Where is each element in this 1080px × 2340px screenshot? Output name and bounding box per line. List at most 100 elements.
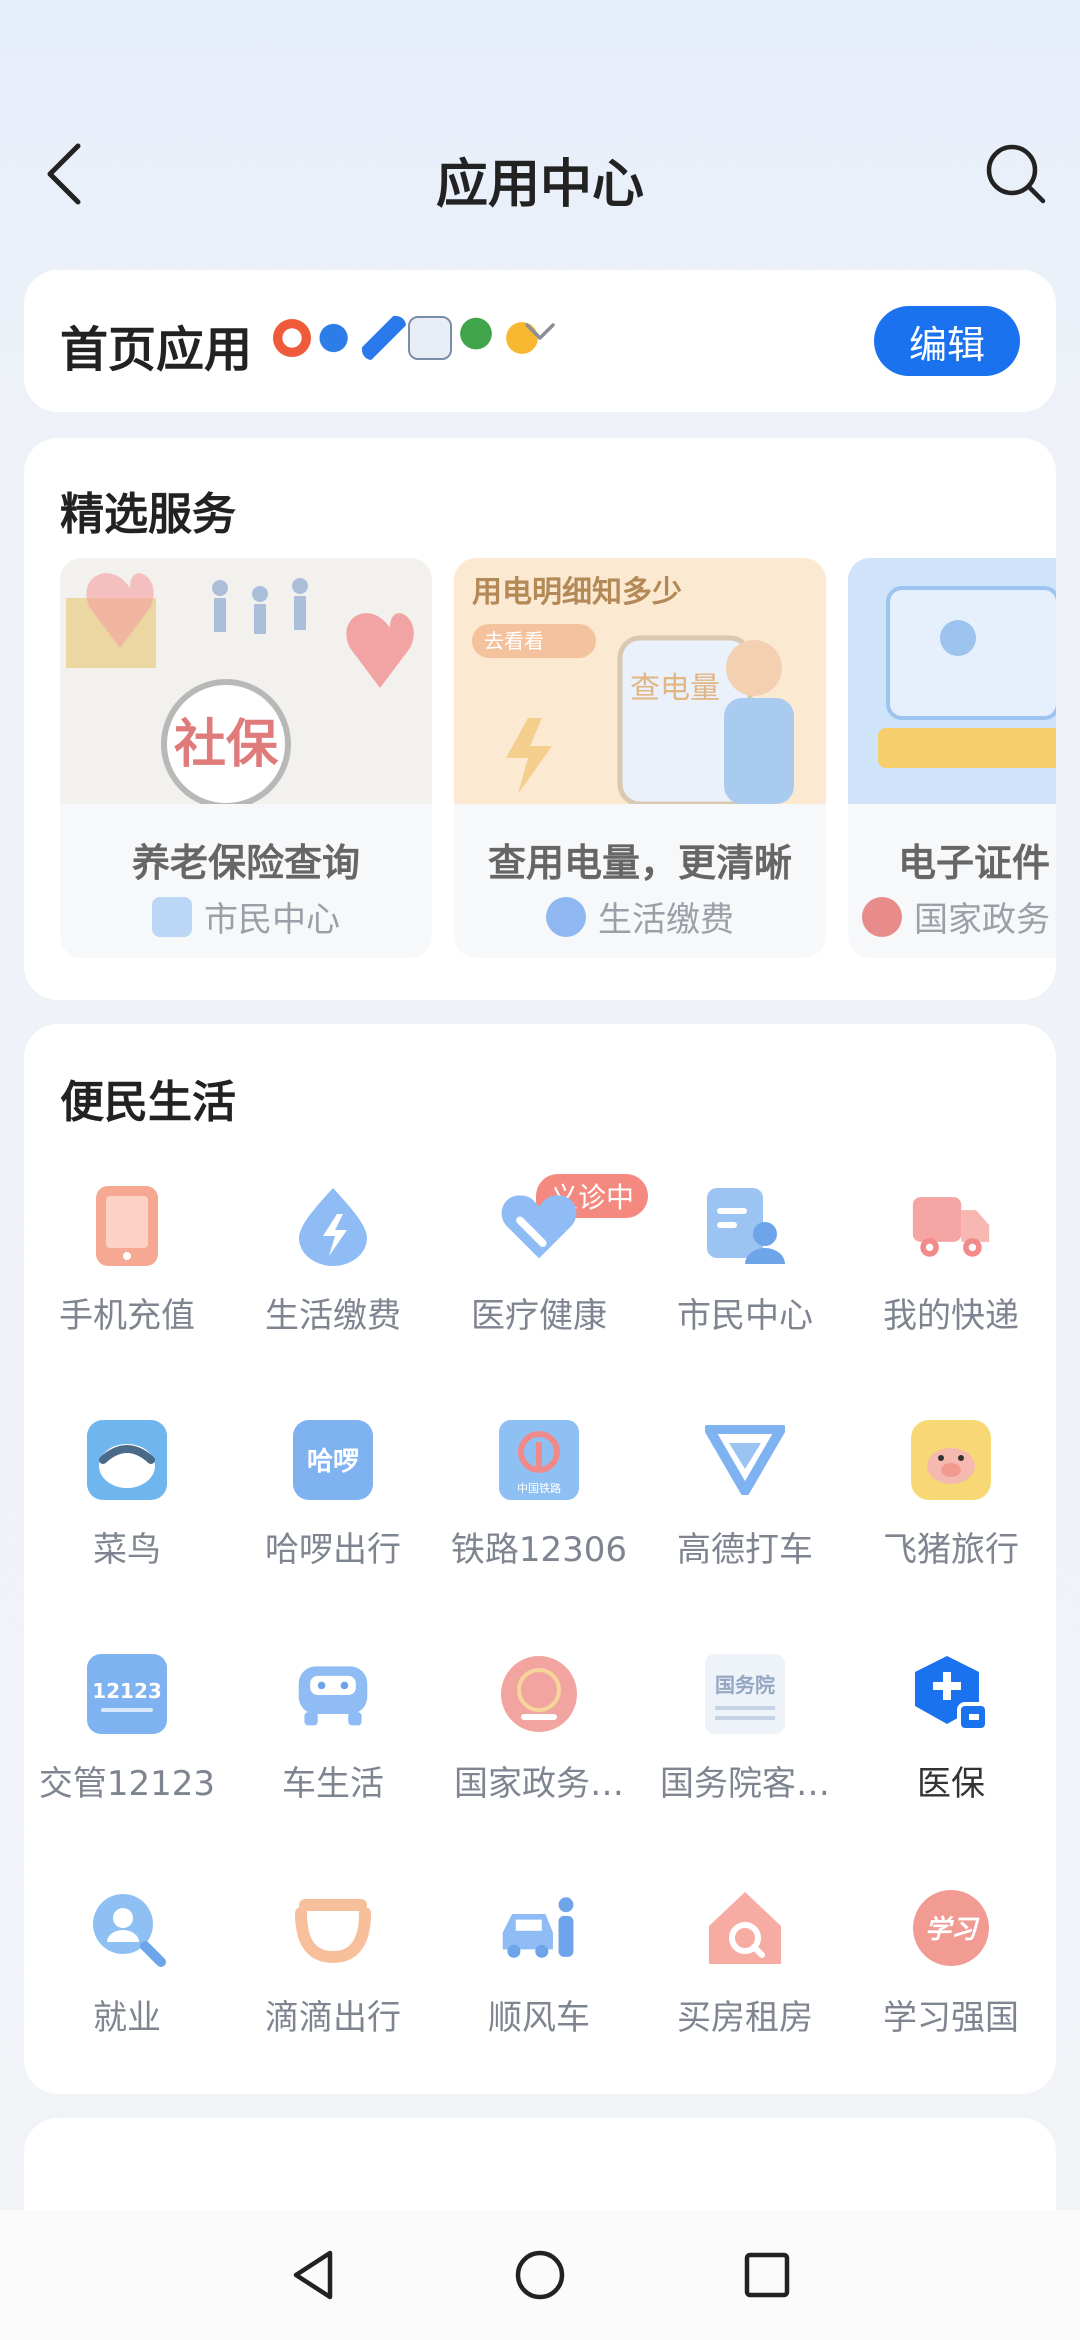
app-car-life[interactable]: 车生活 bbox=[230, 1632, 436, 1866]
traffic-icon-text: 12123 bbox=[92, 1679, 162, 1703]
e-certificate-image bbox=[848, 558, 1056, 804]
featured-item-title: 查用电量，更清晰 bbox=[487, 841, 792, 885]
car-icon bbox=[293, 1654, 373, 1734]
app-state-council[interactable]: 国务院 国务院客… bbox=[642, 1632, 848, 1866]
image-headline: 用电明细知多少 bbox=[472, 575, 682, 610]
app-citizen-center[interactable]: 市民中心 bbox=[642, 1164, 848, 1398]
edit-button[interactable]: 编辑 bbox=[874, 306, 1020, 376]
app-cainiao[interactable]: 菜鸟 bbox=[24, 1398, 230, 1632]
app-label: 学习强国 bbox=[883, 1998, 1019, 2038]
xuexi-icon: 学习 bbox=[911, 1888, 991, 1968]
app-label: 我的快递 bbox=[883, 1296, 1019, 1336]
electricity-image: 用电明细知多少 去看看 查电量 bbox=[454, 558, 826, 804]
featured-item-source-label: 市民中心 bbox=[204, 900, 340, 940]
featured-services-card: 精选服务 社保 养老保险查询 市民中心 用电明细知多少 去看看 查电量 查用电量… bbox=[24, 438, 1056, 1000]
featured-item-e-certificate[interactable]: 电子证件 国家政务 bbox=[848, 558, 1056, 958]
app-carpool[interactable]: 顺风车 bbox=[436, 1866, 642, 2100]
amap-icon bbox=[705, 1420, 785, 1500]
app-fliggy[interactable]: 飞猪旅行 bbox=[848, 1398, 1054, 1632]
citizen-icon bbox=[705, 1186, 785, 1266]
app-traffic-12123[interactable]: 12123 交管12123 bbox=[24, 1632, 230, 1866]
featured-item-source: 生活缴费 bbox=[454, 892, 826, 941]
app-medical-health[interactable]: 医疗健康 bbox=[436, 1164, 642, 1398]
chevron-down-icon[interactable] bbox=[524, 322, 556, 342]
heart-icon bbox=[499, 1186, 579, 1266]
app-label: 国务院客… bbox=[660, 1764, 830, 1804]
image-caption: 社保 bbox=[174, 715, 279, 775]
convenience-section-title: 便民生活 bbox=[60, 1077, 236, 1128]
image-phone-text: 查电量 bbox=[630, 671, 720, 706]
employment-icon bbox=[87, 1888, 167, 1968]
search-button[interactable] bbox=[976, 134, 1056, 214]
app-label: 铁路12306 bbox=[450, 1530, 628, 1570]
featured-item-title: 养老保险查询 bbox=[131, 841, 360, 885]
system-nav-bar bbox=[0, 2210, 1080, 2340]
app-employment[interactable]: 就业 bbox=[24, 1866, 230, 2100]
xuexi-icon-text: 学习 bbox=[925, 1915, 980, 1945]
featured-item-title: 电子证件 bbox=[898, 841, 1051, 885]
featured-section-title: 精选服务 bbox=[60, 489, 236, 540]
home-apps-card[interactable]: 首页应用 编辑 bbox=[24, 270, 1056, 412]
state-council-icon-text: 国务院 bbox=[715, 1673, 775, 1697]
square-recents-icon bbox=[744, 2252, 789, 2298]
home-apps-label: 首页应用 bbox=[60, 322, 253, 378]
app-medical-insurance[interactable]: 医保 bbox=[848, 1632, 1054, 1866]
app-label: 顺风车 bbox=[488, 1998, 590, 2038]
app-label: 国家政务… bbox=[454, 1764, 624, 1804]
featured-item-pension[interactable]: 社保 养老保险查询 市民中心 bbox=[60, 558, 432, 958]
app-hellobike[interactable]: 哈啰 哈啰出行 bbox=[230, 1398, 436, 1632]
nav-home-button[interactable] bbox=[500, 2235, 580, 2315]
app-label: 交管12123 bbox=[38, 1764, 216, 1804]
featured-item-source-label: 国家政务 bbox=[914, 900, 1050, 940]
state-council-icon: 国务院 bbox=[705, 1654, 785, 1734]
cainiao-mini-icon bbox=[270, 316, 314, 360]
page-title: 应用中心 bbox=[435, 155, 644, 215]
featured-item-source: 国家政务 bbox=[848, 892, 1056, 941]
app-xuexi[interactable]: 学习 学习强国 bbox=[848, 1866, 1054, 2100]
featured-item-source-label: 生活缴费 bbox=[598, 900, 734, 940]
truck-icon bbox=[911, 1186, 991, 1266]
app-label: 就业 bbox=[93, 1998, 161, 2038]
circle-home-icon bbox=[515, 2250, 565, 2300]
bird-mini-icon bbox=[316, 316, 360, 360]
gov-service-icon bbox=[499, 1654, 579, 1734]
app-label: 车生活 bbox=[282, 1764, 384, 1804]
app-house-rental[interactable]: 买房租房 bbox=[642, 1866, 848, 2100]
app-utility-bills[interactable]: 生活缴费 bbox=[230, 1164, 436, 1398]
app-header: 应用中心 bbox=[0, 120, 1080, 230]
app-label: 高德打车 bbox=[677, 1530, 813, 1570]
citizen-center-icon bbox=[152, 896, 192, 937]
bolt-icon bbox=[546, 896, 586, 937]
cainiao-icon bbox=[87, 1420, 167, 1500]
gov-mini-icon bbox=[408, 316, 452, 360]
app-grid: 手机充值 生活缴费 医疗健康 市民中心 我的快递 菜鸟 哈啰 哈啰出行 中国铁路 bbox=[24, 1164, 1056, 2100]
nav-recents-button[interactable] bbox=[727, 2235, 807, 2315]
featured-item-electricity[interactable]: 用电明细知多少 去看看 查电量 查用电量，更清晰 生活缴费 bbox=[454, 558, 826, 958]
phone-icon bbox=[87, 1186, 167, 1266]
social-security-image: 社保 bbox=[60, 558, 432, 804]
app-mobile-recharge[interactable]: 手机充值 bbox=[24, 1164, 230, 1398]
house-icon bbox=[705, 1888, 785, 1968]
fliggy-icon bbox=[911, 1420, 991, 1500]
convenience-life-card: 便民生活 义诊中 手机充值 生活缴费 医疗健康 市民中心 我的快递 菜鸟 哈啰 bbox=[24, 1024, 1056, 2094]
app-label: 生活缴费 bbox=[265, 1296, 401, 1336]
nav-back-button[interactable] bbox=[273, 2235, 353, 2315]
app-label: 滴滴出行 bbox=[265, 1998, 401, 2038]
app-amap-taxi[interactable]: 高德打车 bbox=[642, 1398, 848, 1632]
medical-insurance-icon bbox=[911, 1654, 991, 1734]
hellobike-icon-text: 哈啰 bbox=[307, 1447, 359, 1477]
gov-emblem-icon bbox=[862, 896, 902, 937]
featured-item-source: 市民中心 bbox=[60, 892, 432, 941]
image-button-text: 去看看 bbox=[484, 629, 544, 653]
app-gov-service[interactable]: 国家政务… bbox=[436, 1632, 642, 1866]
carpool-icon bbox=[499, 1888, 579, 1968]
app-my-express[interactable]: 我的快递 bbox=[848, 1164, 1054, 1398]
app-label: 飞猪旅行 bbox=[883, 1530, 1019, 1570]
triangle-back-icon bbox=[294, 2250, 333, 2300]
railway-icon: 中国铁路 bbox=[499, 1420, 579, 1500]
app-label: 医疗健康 bbox=[471, 1296, 607, 1336]
railway-icon-text: 中国铁路 bbox=[517, 1482, 561, 1495]
bolt-drop-icon bbox=[293, 1186, 373, 1266]
app-railway-12306[interactable]: 中国铁路 铁路12306 bbox=[436, 1398, 642, 1632]
app-didi[interactable]: 滴滴出行 bbox=[230, 1866, 436, 2100]
